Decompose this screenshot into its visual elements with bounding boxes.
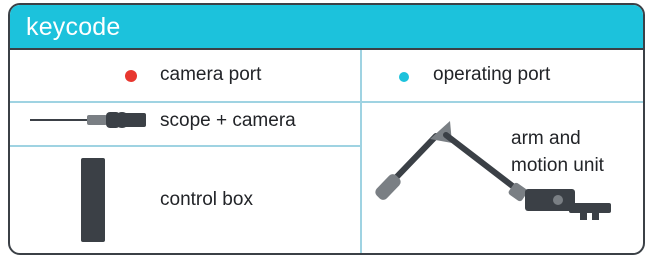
keycode-legend: keycode camera port operating port scope…	[8, 3, 645, 255]
robotic-arm-icon	[375, 121, 611, 220]
